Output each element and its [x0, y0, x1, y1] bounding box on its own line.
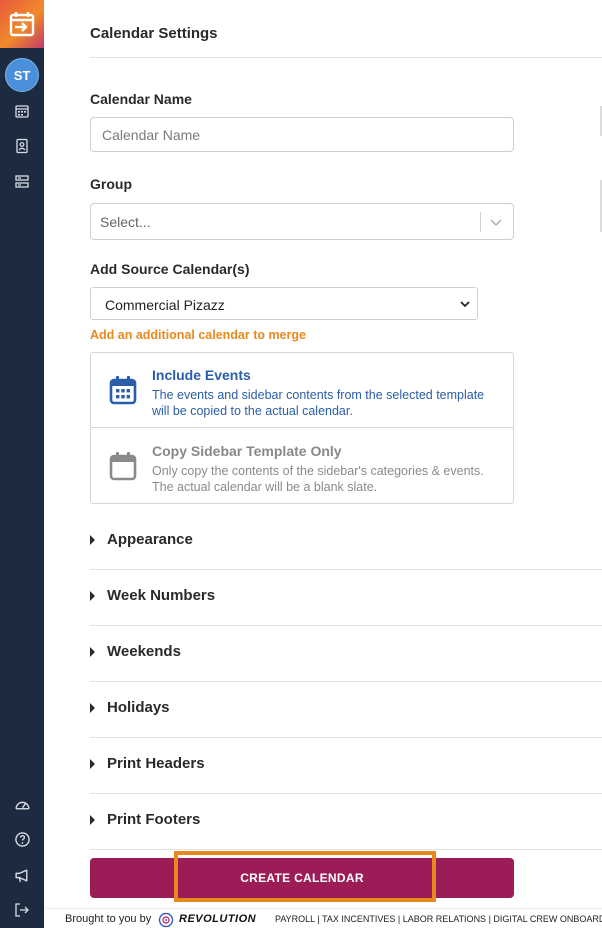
footer-brand[interactable]: REVOLUTION: [179, 913, 256, 925]
section-label: Print Headers: [107, 755, 205, 772]
footer-links[interactable]: PAYROLL | TAX INCENTIVES | LABOR RELATIO…: [275, 914, 602, 924]
select-separator: [480, 212, 481, 232]
app-root: ST Calendar Settings Calendar Name Calen…: [0, 0, 602, 928]
caret-right-icon: [90, 535, 95, 545]
group-label: Group: [90, 176, 132, 192]
section-appearance[interactable]: Appearance: [90, 514, 602, 570]
sidebar-item-announcements[interactable]: [12, 865, 32, 885]
section-label: Holidays: [107, 699, 170, 716]
section-label: Print Footers: [107, 811, 201, 828]
caret-right-icon: [90, 759, 95, 769]
sidebar-item-help[interactable]: [12, 829, 32, 849]
section-print-footers[interactable]: Print Footers: [90, 794, 602, 850]
calendar-icon: [15, 105, 29, 118]
calendar-name-label: Calendar Name: [90, 91, 192, 107]
option-include-events[interactable]: Include Events The events and sidebar co…: [91, 353, 513, 428]
section-print-headers[interactable]: Print Headers: [90, 738, 602, 794]
chevron-down-icon[interactable]: [488, 214, 504, 230]
sidebar-item-logout[interactable]: [12, 900, 32, 920]
option-copy-sidebar-only[interactable]: Copy Sidebar Template Only Only copy the…: [91, 429, 513, 504]
sidebar-item-contacts[interactable]: [12, 136, 32, 156]
megaphone-icon: [14, 868, 27, 882]
blank-calendar-icon: [109, 452, 137, 481]
section-week-numbers[interactable]: Week Numbers: [90, 570, 602, 626]
sidebar-item-calendar[interactable]: [12, 101, 32, 121]
source-calendar-value: Commercial Pizazz: [105, 297, 225, 313]
calendar-grid-icon: [109, 376, 137, 405]
caret-right-icon: [90, 591, 95, 601]
copy-mode-options: Include Events The events and sidebar co…: [90, 352, 514, 504]
caret-right-icon: [90, 647, 95, 657]
page-title: Calendar Settings: [90, 25, 218, 42]
calendar-name-input[interactable]: [90, 117, 514, 152]
calendar-arrow-logo-icon: [9, 12, 35, 37]
group-select[interactable]: Select...: [90, 203, 514, 240]
footer-brought-text: Brought to you by: [65, 913, 152, 925]
group-select-placeholder: Select...: [100, 214, 151, 230]
option-title: Include Events: [152, 367, 251, 383]
create-calendar-button[interactable]: CREATE CALENDAR: [90, 858, 514, 898]
section-label: Week Numbers: [107, 587, 216, 604]
option-description: The events and sidebar contents from the…: [152, 388, 485, 418]
layers-list-icon: [15, 175, 29, 188]
sidebar-item-templates[interactable]: [12, 172, 32, 192]
option-title: Copy Sidebar Template Only: [152, 443, 342, 459]
source-calendar-label: Add Source Calendar(s): [90, 261, 250, 277]
source-calendar-select[interactable]: Commercial Pizazz: [90, 287, 478, 320]
footer: Brought to you by REVOLUTION PAYROLL | T…: [44, 908, 602, 928]
sidebar: ST: [0, 0, 44, 928]
caret-right-icon: [90, 815, 95, 825]
avatar[interactable]: ST: [5, 58, 39, 92]
caret-right-icon: [90, 703, 95, 713]
add-calendar-merge-link[interactable]: Add an additional calendar to merge: [90, 328, 306, 342]
option-description: Only copy the contents of the sidebar's …: [152, 464, 484, 494]
gauge-icon: [14, 801, 30, 809]
contact-book-icon: [16, 138, 28, 154]
app-logo[interactable]: [0, 0, 44, 48]
logout-icon: [15, 903, 29, 917]
revolution-logo-icon: [158, 912, 174, 928]
section-holidays[interactable]: Holidays: [90, 682, 602, 738]
help-circle-icon: [14, 831, 30, 847]
section-weekends[interactable]: Weekends: [90, 626, 602, 682]
chevron-down-icon: [460, 301, 470, 308]
sidebar-item-dashboard[interactable]: [12, 794, 32, 814]
calendar-settings-panel: Calendar Settings Calendar Name Group Se…: [44, 0, 602, 928]
section-label: Weekends: [107, 643, 181, 660]
section-label: Appearance: [107, 531, 193, 548]
title-divider: [90, 57, 602, 58]
